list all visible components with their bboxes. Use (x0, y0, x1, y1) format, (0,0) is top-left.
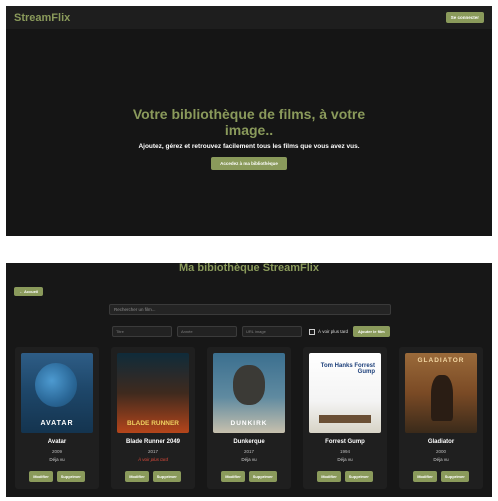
delete-button[interactable]: Supprimer (56, 471, 85, 482)
poster-art (233, 365, 265, 405)
edit-button[interactable]: Modifier (125, 471, 149, 482)
movie-poster: BLADE RUNNER (117, 353, 189, 433)
movie-poster: Tom Hanks Forrest Gump (309, 353, 381, 433)
delete-button[interactable]: Supprimer (152, 471, 181, 482)
year-field[interactable] (177, 326, 237, 337)
library-panel: Ma bibiothèque StreamFlix ← Accueil À vo… (6, 263, 492, 497)
movie-title: Blade Runner 2049 (125, 439, 181, 445)
movie-grid: AVATAR Avatar 2009 Déja vu Modifier Supp… (15, 347, 483, 489)
poster-art (319, 415, 371, 423)
movie-status: Déja vu (337, 457, 353, 462)
card-actions: Modifier Supprimer (219, 471, 279, 482)
delete-button[interactable]: Supprimer (248, 471, 277, 482)
poster-title: BLADE RUNNER (127, 420, 179, 427)
login-button[interactable]: Se connecter (445, 12, 484, 23)
delete-button[interactable]: Supprimer (344, 471, 373, 482)
hero-section: Votre bibliothèque de films, à votre ima… (6, 106, 492, 170)
card-actions: Modifier Supprimer (411, 471, 471, 482)
landing-panel: StreamFlix Se connecter Votre bibliothèq… (6, 6, 492, 236)
hero-title: Votre bibliothèque de films, à votre ima… (132, 106, 366, 138)
brand-logo[interactable]: StreamFlix (14, 12, 70, 24)
watch-later-checkbox[interactable] (309, 328, 315, 335)
movie-card: Tom Hanks Forrest Gump Forrest Gump 1994… (303, 347, 387, 489)
poster-title: DUNKIRK (230, 420, 268, 427)
hero-subtitle: Ajoutez, gérez et retrouvez facilement t… (138, 143, 360, 150)
movie-card: DUNKIRK Dunkerque 2017 Déja vu Modifier … (207, 347, 291, 489)
edit-button[interactable]: Modifier (221, 471, 245, 482)
edit-button[interactable]: Modifier (413, 471, 437, 482)
edit-button[interactable]: Modifier (317, 471, 341, 482)
movie-year: 2009 (51, 449, 62, 454)
top-navbar: StreamFlix Se connecter (6, 6, 492, 29)
movie-year: 1994 (339, 449, 350, 454)
title-field[interactable] (112, 326, 172, 337)
poster-art (35, 363, 77, 407)
movie-card: BLADE RUNNER Blade Runner 2049 2017 À vo… (111, 347, 195, 489)
movie-poster: AVATAR (21, 353, 93, 433)
movie-title: Avatar (47, 439, 67, 445)
movie-status: Déja vu (241, 457, 257, 462)
watch-later-label: À voir plus tard (318, 329, 349, 334)
poster-title: Tom Hanks Forrest Gump (320, 363, 375, 375)
delete-button[interactable]: Supprimer (440, 471, 469, 482)
home-back-button[interactable]: ← Accueil (14, 287, 44, 296)
movie-poster: GLADIATOR (405, 353, 477, 433)
add-movie-button[interactable]: Ajouter le film (353, 326, 390, 337)
card-actions: Modifier Supprimer (315, 471, 375, 482)
movie-card: AVATAR Avatar 2009 Déja vu Modifier Supp… (15, 347, 99, 489)
movie-title: Gladiator (427, 439, 455, 445)
open-library-button[interactable]: Accedez à ma bibliothèque (211, 157, 287, 170)
movie-year: 2017 (147, 449, 158, 454)
movie-status: À voir plus tard (137, 457, 168, 462)
movie-status: Déja vu (433, 457, 449, 462)
movie-year: 2000 (435, 449, 446, 454)
movie-title: Forrest Gump (325, 439, 365, 445)
poster-title: AVATAR (40, 420, 74, 427)
movie-title: Dunkerque (233, 439, 265, 445)
movie-poster: DUNKIRK (213, 353, 285, 433)
movie-status: Déja vu (49, 457, 65, 462)
poster-art (431, 375, 453, 421)
edit-button[interactable]: Modifier (29, 471, 53, 482)
poster-title: GLADIATOR (417, 357, 465, 364)
library-title: Ma bibiothèque StreamFlix (179, 263, 319, 274)
add-movie-form: À voir plus tard Ajouter le film (112, 326, 390, 337)
movie-card: GLADIATOR Gladiator 2000 Déja vu Modifie… (399, 347, 483, 489)
card-actions: Modifier Supprimer (27, 471, 87, 482)
card-actions: Modifier Supprimer (123, 471, 183, 482)
image-url-field[interactable] (242, 326, 302, 337)
search-input[interactable] (109, 304, 391, 315)
movie-year: 2017 (243, 449, 254, 454)
